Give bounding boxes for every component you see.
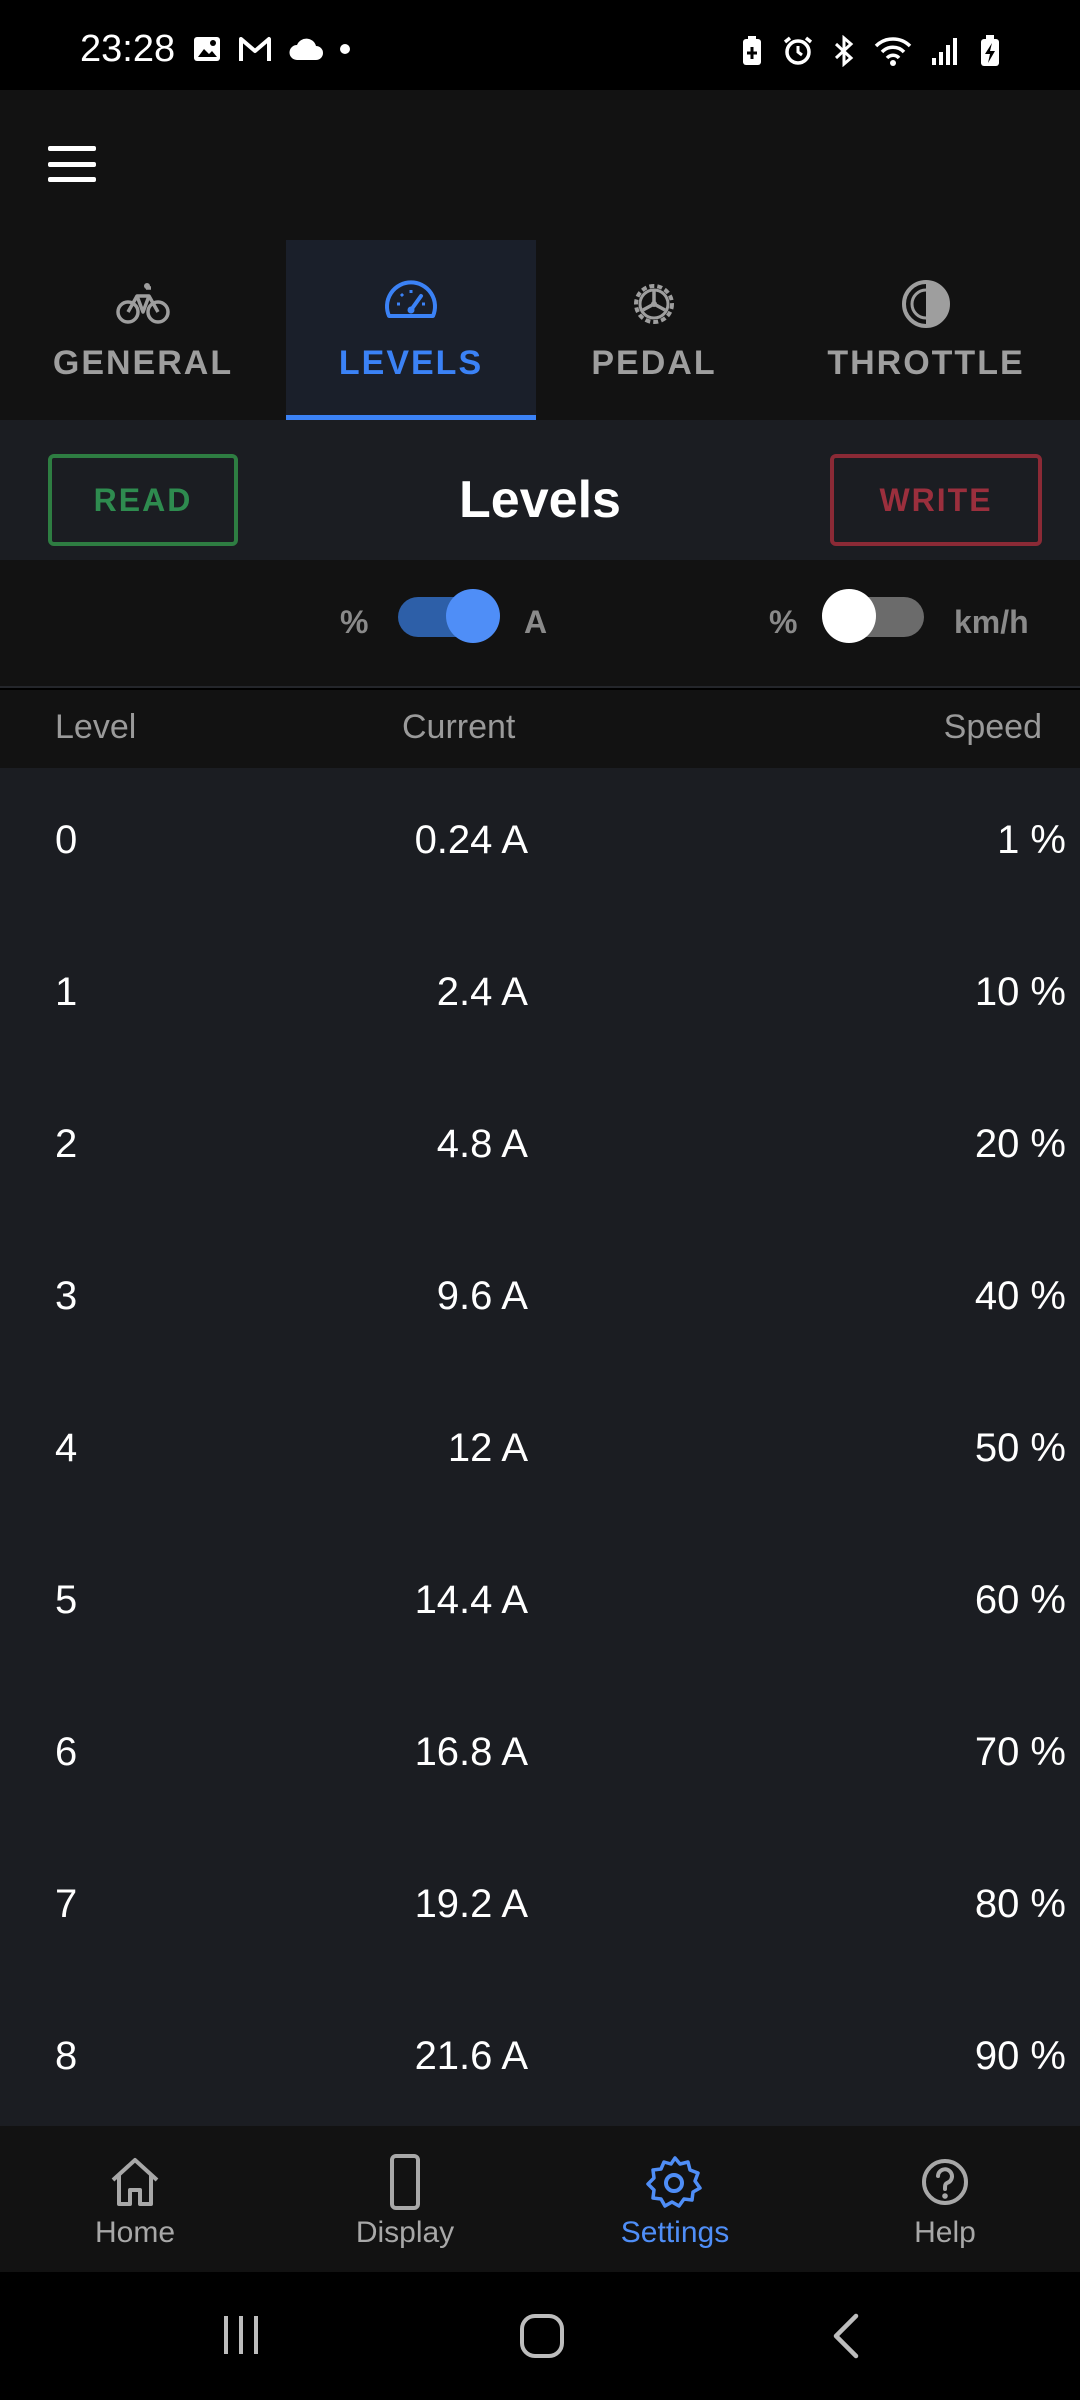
levels-header: READ Levels WRITE <box>0 420 1080 560</box>
speed-cell[interactable]: 70 % <box>975 1730 1066 1775</box>
current-unit-percent-label: % <box>340 604 369 640</box>
unit-toggles: % A % km/h <box>0 560 1080 688</box>
nav-help[interactable]: Help <box>810 2126 1080 2272</box>
bicycle-icon <box>116 283 170 324</box>
current-unit-amp-label: A <box>524 604 548 640</box>
levels-table: 0 0.24 A 1 % 1 2.4 A 10 % 2 4.8 A 20 % 3… <box>0 768 1080 2126</box>
table-row[interactable]: 5 14.4 A 60 % <box>0 1528 1080 1680</box>
gear-icon <box>634 284 674 324</box>
speed-cell[interactable]: 90 % <box>975 2034 1066 2079</box>
home-icon <box>111 2158 159 2206</box>
column-header-current: Current <box>402 708 516 746</box>
dot-icon <box>340 44 350 54</box>
level-cell: 1 <box>55 970 78 1014</box>
nav-settings[interactable]: Settings <box>540 2126 810 2272</box>
level-cell: 3 <box>55 1274 78 1318</box>
bluetooth-icon <box>834 35 854 67</box>
tab-bar: GENERAL LEVELS PEDAL THROTTLE <box>0 240 1080 420</box>
back-icon[interactable] <box>826 2312 866 2360</box>
write-button[interactable]: WRITE <box>830 454 1042 546</box>
current-cell[interactable]: 4.8 A <box>437 1122 528 1167</box>
level-cell: 4 <box>55 1426 78 1470</box>
speed-cell[interactable]: 60 % <box>975 1578 1066 1623</box>
current-cell[interactable]: 16.8 A <box>415 1730 528 1775</box>
level-cell: 7 <box>55 1882 78 1926</box>
table-row[interactable]: 6 16.8 A 70 % <box>0 1680 1080 1832</box>
battery-saver-icon <box>743 36 761 65</box>
level-cell: 0 <box>55 818 78 862</box>
current-unit-switch[interactable] <box>398 589 500 643</box>
status-bar: 23:28 <box>0 0 1080 90</box>
level-cell: 8 <box>55 2034 78 2078</box>
hamburger-menu-icon[interactable] <box>48 146 96 182</box>
home-button-icon[interactable] <box>518 2312 566 2360</box>
table-row[interactable]: 7 19.2 A 80 % <box>0 1832 1080 1984</box>
speed-cell[interactable]: 20 % <box>975 1122 1066 1167</box>
table-row[interactable]: 0 0.24 A 1 % <box>0 768 1080 920</box>
cloud-icon <box>289 38 323 60</box>
current-cell[interactable]: 12 A <box>448 1426 528 1471</box>
tab-throttle[interactable]: THROTTLE <box>772 240 1080 420</box>
current-cell[interactable]: 14.4 A <box>415 1578 528 1623</box>
nav-display[interactable]: Display <box>270 2126 540 2272</box>
level-cell: 2 <box>55 1122 78 1166</box>
tab-pedal-label: PEDAL <box>591 344 717 382</box>
image-icon <box>194 37 220 61</box>
tab-pedal[interactable]: PEDAL <box>536 240 772 420</box>
app-bar <box>0 90 1080 240</box>
speed-cell[interactable]: 1 % <box>997 818 1066 863</box>
tab-levels-label: LEVELS <box>338 344 484 382</box>
nav-help-label: Help <box>914 2216 976 2249</box>
table-row[interactable]: 1 2.4 A 10 % <box>0 920 1080 1072</box>
table-row[interactable]: 8 21.6 A 90 % <box>0 1984 1080 2126</box>
nav-home-label: Home <box>94 2216 176 2249</box>
speed-unit-percent-label: % <box>769 604 798 640</box>
nav-display-label: Display <box>355 2216 455 2249</box>
phone-display-icon <box>390 2154 420 2210</box>
current-cell[interactable]: 19.2 A <box>415 1882 528 1927</box>
tab-levels[interactable]: LEVELS <box>286 240 536 420</box>
current-cell[interactable]: 21.6 A <box>415 2034 528 2079</box>
help-circle-icon <box>922 2159 968 2205</box>
current-cell[interactable]: 9.6 A <box>437 1274 528 1319</box>
status-left-icons <box>192 34 350 64</box>
speed-unit-switch[interactable] <box>822 589 924 643</box>
nav-settings-label: Settings <box>620 2216 730 2249</box>
gmail-icon <box>239 37 271 61</box>
tab-throttle-label: THROTTLE <box>827 344 1025 382</box>
table-row[interactable]: 4 12 A 50 % <box>0 1376 1080 1528</box>
tab-general-label: GENERAL <box>52 344 234 382</box>
tab-general[interactable]: GENERAL <box>0 240 286 420</box>
speed-unit-kmh-label: km/h <box>954 604 1029 640</box>
settings-gear-icon <box>646 2156 702 2208</box>
contrast-icon <box>902 280 950 328</box>
speed-cell[interactable]: 50 % <box>975 1426 1066 1471</box>
bottom-navigation: Home Display Settings Help <box>0 2126 1080 2272</box>
current-cell[interactable]: 2.4 A <box>437 970 528 1015</box>
status-right-icons <box>740 34 1002 68</box>
current-cell[interactable]: 0.24 A <box>415 818 528 863</box>
wifi-icon <box>874 37 912 66</box>
battery-charging-icon <box>981 35 999 66</box>
speed-cell[interactable]: 10 % <box>975 970 1066 1015</box>
table-row[interactable]: 2 4.8 A 20 % <box>0 1072 1080 1224</box>
table-header: Level Current Speed <box>0 690 1080 768</box>
recent-apps-icon[interactable] <box>218 2312 264 2358</box>
system-navigation-bar <box>0 2272 1080 2400</box>
column-header-speed: Speed <box>943 708 1042 746</box>
nav-home[interactable]: Home <box>0 2126 270 2272</box>
column-header-level: Level <box>55 708 137 746</box>
speed-cell[interactable]: 80 % <box>975 1882 1066 1927</box>
speed-cell[interactable]: 40 % <box>975 1274 1066 1319</box>
status-time: 23:28 <box>80 28 176 70</box>
signal-icon <box>932 38 957 65</box>
speedometer-icon <box>385 280 437 318</box>
level-cell: 6 <box>55 1730 78 1774</box>
table-row[interactable]: 3 9.6 A 40 % <box>0 1224 1080 1376</box>
alarm-icon <box>783 36 813 65</box>
level-cell: 5 <box>55 1578 78 1622</box>
